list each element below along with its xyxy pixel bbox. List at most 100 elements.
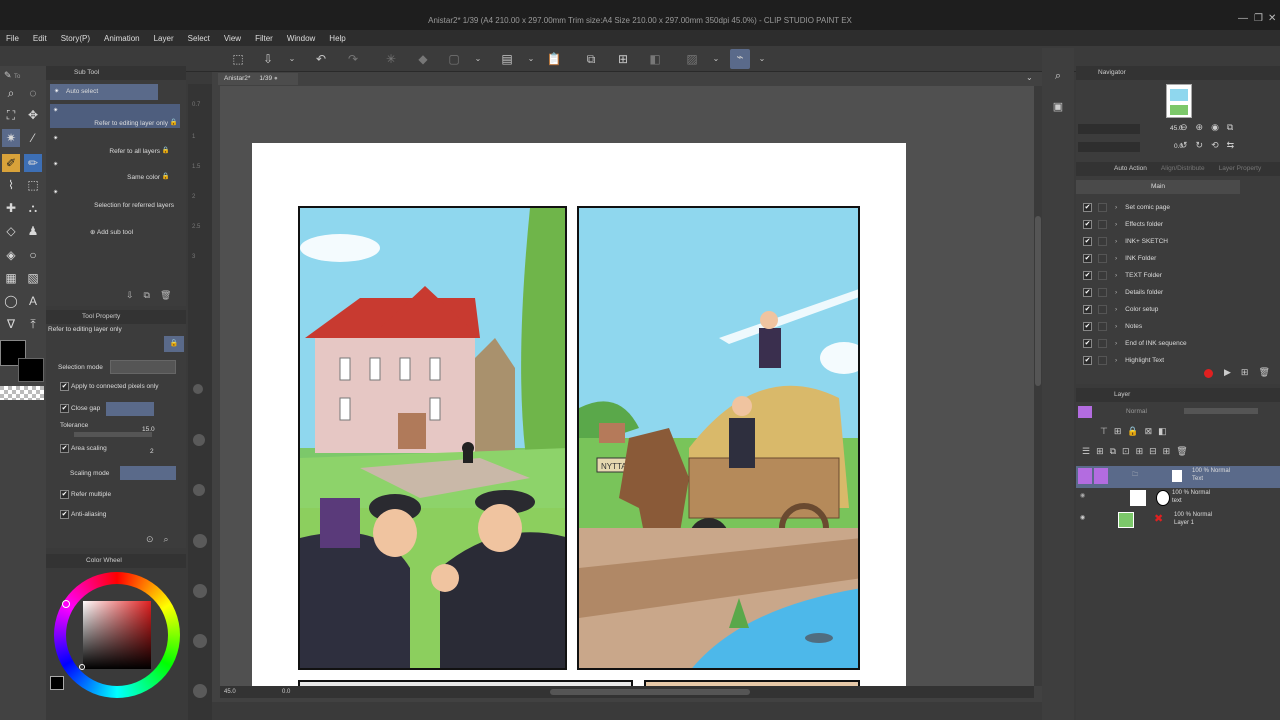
subtool-item-same-color[interactable]: ✴ Same color 🔒	[50, 158, 180, 182]
rotation-buttons[interactable]: ↺↻⟲⇆	[1180, 140, 1242, 151]
layer-lock-icons[interactable]: ⊤⊞🔒⊠◧	[1100, 426, 1173, 437]
close-icon[interactable]: ✕	[1268, 13, 1276, 24]
action-item[interactable]: ✔ › Notes	[1076, 318, 1280, 335]
action-item[interactable]: ✔ › Color setup	[1076, 301, 1280, 318]
brush-icon[interactable]: ⌇	[2, 176, 20, 194]
chevron-down-icon[interactable]: ⌄	[523, 51, 539, 67]
menu-file[interactable]: File	[6, 34, 19, 43]
stamp-icon[interactable]: ⛬	[24, 199, 42, 217]
area-scaling-value[interactable]: 2	[150, 448, 154, 455]
subtool-footer-icons[interactable]: ⇩⧉🗑	[126, 290, 181, 301]
subtool-item-referred-layers[interactable]: ✴ Selection for referred layers	[50, 186, 180, 210]
eye-icon[interactable]: ◉	[1080, 514, 1085, 521]
maximize-icon[interactable]: ❐	[1254, 13, 1263, 24]
zoom-buttons[interactable]: ⊖⊕◉⧉	[1180, 122, 1241, 133]
lasso-icon[interactable]: ◌	[24, 84, 42, 102]
lock-icon[interactable]: 🔒	[164, 336, 184, 352]
chevron-down-icon[interactable]: ⌄	[470, 51, 486, 67]
menu-window[interactable]: Window	[287, 34, 315, 43]
action-set-dropdown[interactable]: Main	[1076, 180, 1240, 194]
sub-color-swatch[interactable]	[18, 358, 44, 382]
action-item[interactable]: ✔ › INK Folder	[1076, 250, 1280, 267]
fill-tool-icon[interactable]: ◈	[2, 246, 20, 264]
navigator-toggle-icon[interactable]: ⌕	[1048, 70, 1068, 86]
comic-panel-1[interactable]	[298, 206, 567, 670]
auto-select-icon[interactable]: ✷	[2, 129, 20, 147]
move-icon[interactable]: ✥	[24, 106, 42, 124]
navigator-thumbnail[interactable]	[1166, 84, 1192, 118]
action-item[interactable]: ✔ › INK+ SKETCH	[1076, 233, 1280, 250]
layer-color-swatch[interactable]	[1078, 406, 1092, 418]
transparent-color-swatch[interactable]	[0, 386, 44, 400]
new-icon[interactable]: ⬚	[230, 51, 246, 67]
subtool-item-editing-layer[interactable]: ✴ Refer to editing layer only 🔒	[50, 104, 180, 128]
menu-help[interactable]: Help	[329, 34, 345, 43]
anti-aliasing-checkbox[interactable]: ✔ Anti-aliasing	[60, 510, 106, 519]
tolerance-value[interactable]: 15.0	[142, 426, 155, 433]
menu-filter[interactable]: Filter	[255, 34, 273, 43]
tab-auto-action[interactable]: Auto Action	[1114, 162, 1147, 176]
layer-mask-icon[interactable]: ◧	[647, 51, 663, 67]
tab-align-distribute[interactable]: Align/Distribute	[1161, 162, 1205, 176]
scaling-mode-buttons[interactable]	[120, 466, 176, 480]
subtool-item-auto-select[interactable]: ✴ Auto select	[50, 84, 158, 100]
line-icon[interactable]: ∇	[2, 315, 20, 333]
pencil-icon[interactable]: ✏	[24, 154, 42, 172]
undo-icon[interactable]: ↶	[313, 51, 329, 67]
pen-icon[interactable]	[1094, 468, 1108, 484]
text-icon[interactable]: A	[24, 292, 42, 310]
frame-icon[interactable]: ▧	[24, 269, 42, 287]
add-subtool-button[interactable]: ⊕ Add sub tool	[90, 228, 133, 236]
horizontal-scrollbar[interactable]	[550, 689, 750, 695]
snap-icon[interactable]: ▨	[684, 51, 700, 67]
chevron-down-icon[interactable]: ⌄	[708, 51, 724, 67]
paste-icon[interactable]: 📋	[546, 51, 562, 67]
tolerance-slider[interactable]	[74, 432, 152, 437]
refer-multiple-checkbox[interactable]: ✔ Refer multiple	[60, 490, 111, 499]
selection-mode-buttons[interactable]	[110, 360, 176, 374]
fill-icon[interactable]: ◆	[415, 51, 431, 67]
menu-edit[interactable]: Edit	[33, 34, 47, 43]
canvas-tab[interactable]: Anistar2* 1/39 ●	[218, 73, 298, 85]
correct-line-icon[interactable]: ⤒	[24, 315, 42, 333]
apply-connected-checkbox[interactable]: ✔ Apply to connected pixels only	[60, 382, 158, 391]
operation-icon[interactable]: ⛶	[2, 106, 20, 124]
zoom-slider[interactable]	[1078, 124, 1140, 134]
angle-readout[interactable]: 0.0	[282, 686, 290, 698]
menu-layer[interactable]: Layer	[154, 34, 174, 43]
layer-row-text-folder[interactable]: 🗀 100 % Normal Text	[1076, 466, 1280, 488]
mini-color-swatch[interactable]	[50, 676, 64, 690]
eraser-icon[interactable]: ◇	[2, 222, 20, 240]
comic-panel-2[interactable]: NYTTA	[577, 206, 860, 670]
layer-row-text[interactable]: ◉ 100 % Normal text	[1076, 488, 1280, 510]
menu-animation[interactable]: Animation	[104, 34, 140, 43]
action-item[interactable]: ✔ › End of INK sequence	[1076, 335, 1280, 352]
action-item[interactable]: ✔ › Set comic page	[1076, 199, 1280, 216]
rotation-slider[interactable]	[1078, 142, 1140, 152]
eyedropper-icon[interactable]: ⁄	[24, 129, 42, 147]
stabilizer-icon[interactable]: ⌁	[730, 49, 750, 69]
blend-mode-dropdown[interactable]: Normal	[1126, 408, 1147, 415]
color-marker[interactable]	[79, 664, 85, 670]
copy-icon[interactable]: ▤	[499, 51, 515, 67]
layer-command-icons[interactable]: ☰⊞⧉⊡⊞⊟⊞🗑	[1082, 446, 1194, 457]
record-button[interactable]	[1204, 369, 1213, 378]
layer-row-layer-1[interactable]: ◉ ✖ 100 % Normal Layer 1	[1076, 510, 1280, 532]
balloon-icon[interactable]: ◯	[2, 292, 20, 310]
area-scaling-checkbox[interactable]: ✔ Area scaling	[60, 444, 107, 453]
save-icon[interactable]: ⇩	[260, 51, 276, 67]
material-icon[interactable]: ▣	[1048, 100, 1068, 116]
action-item[interactable]: ✔ › Effects folder	[1076, 216, 1280, 233]
close-gap-checkbox[interactable]: ✔ Close gap	[60, 404, 100, 413]
subtool-item-all-layers[interactable]: ✴ Refer to all layers 🔒	[50, 132, 180, 156]
figure-icon[interactable]: ○	[24, 246, 42, 264]
chevron-down-icon[interactable]: ⌄	[284, 51, 300, 67]
action-item[interactable]: ✔ › Details folder	[1076, 284, 1280, 301]
eye-icon[interactable]: ◉	[1080, 492, 1085, 499]
clear-icon[interactable]: ▢	[446, 51, 462, 67]
layer-settings-icon[interactable]: ⊞	[615, 51, 631, 67]
menu-story[interactable]: Story(P)	[61, 34, 90, 43]
zoom-readout[interactable]: 45.0	[224, 686, 236, 698]
menu-view[interactable]: View	[224, 34, 241, 43]
action-footer-buttons[interactable]: ▶⊞🗑	[1224, 367, 1280, 378]
